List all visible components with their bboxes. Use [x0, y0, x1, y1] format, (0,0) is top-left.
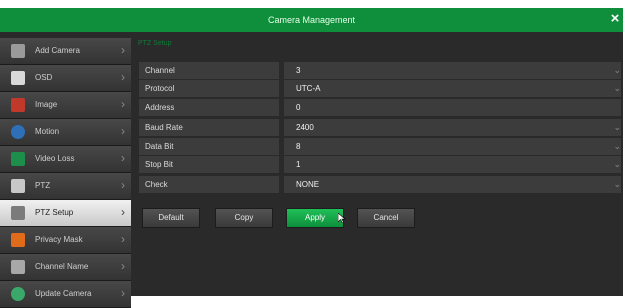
section-title: PTZ Setup [138, 40, 172, 47]
field-row-address: Address 0 [139, 99, 621, 116]
chevron-right-icon: › [121, 43, 125, 57]
sidebar-item-label: Privacy Mask [35, 235, 83, 244]
mouse-pointer-icon [338, 213, 346, 223]
chevron-right-icon: › [121, 259, 125, 273]
channel-select[interactable]: 3 ⌄ [284, 62, 621, 79]
chevron-right-icon: › [121, 286, 125, 300]
sidebar-item-image[interactable]: Image › [0, 92, 131, 119]
sidebar-item-label: Video Loss [35, 154, 75, 163]
field-row-check: Check NONE ⌄ [139, 176, 621, 193]
title-bar: Camera Management [0, 8, 623, 32]
address-field[interactable]: 0 [284, 99, 621, 116]
channel-name-icon [11, 260, 25, 274]
field-value: 8 [296, 142, 301, 151]
sidebar-item-video-loss[interactable]: Video Loss › [0, 146, 131, 173]
chevron-down-icon: ⌄ [613, 179, 621, 189]
default-button[interactable]: Default [142, 208, 200, 228]
privacy-mask-icon [11, 233, 25, 247]
add-camera-icon [11, 44, 25, 58]
osd-icon [11, 71, 25, 85]
close-icon[interactable]: × [607, 8, 623, 32]
sidebar-item-update-camera[interactable]: Update Camera › [0, 281, 131, 308]
field-label: Baud Rate [139, 119, 279, 136]
sidebar-item-label: OSD [35, 73, 53, 82]
data-bit-select[interactable]: 8 ⌄ [284, 138, 621, 155]
sidebar-item-label: Motion [35, 127, 60, 136]
chevron-right-icon: › [121, 70, 125, 84]
camera-management-window: Camera Management × Add Camera › OSD › I… [0, 8, 623, 308]
chevron-right-icon: › [121, 178, 125, 192]
sidebar-item-ptz-setup[interactable]: PTZ Setup › [0, 200, 131, 227]
ptz-setup-panel: PTZ Setup Channel 3 ⌄ Protocol UTC-A ⌄ A… [136, 38, 623, 296]
chevron-right-icon: › [121, 205, 125, 219]
sidebar-item-label: Update Camera [35, 289, 92, 298]
chevron-down-icon: ⌄ [613, 141, 621, 151]
field-value: UTC-A [296, 84, 321, 93]
field-value: 0 [296, 103, 301, 112]
apply-button[interactable]: Apply [286, 208, 344, 228]
field-label: Address [139, 99, 279, 116]
field-label: Channel [139, 62, 279, 79]
sidebar-item-motion[interactable]: Motion › [0, 119, 131, 146]
field-row-channel: Channel 3 ⌄ [139, 62, 621, 79]
window-title: Camera Management [267, 15, 356, 25]
sidebar-item-channel-name[interactable]: Channel Name › [0, 254, 131, 281]
chevron-right-icon: › [121, 151, 125, 165]
field-value: 2400 [296, 123, 314, 132]
field-row-baud-rate: Baud Rate 2400 ⌄ [139, 119, 621, 136]
chevron-right-icon: › [121, 232, 125, 246]
baud-rate-select[interactable]: 2400 ⌄ [284, 119, 621, 136]
sidebar-item-ptz[interactable]: PTZ › [0, 173, 131, 200]
sidebar-item-privacy-mask[interactable]: Privacy Mask › [0, 227, 131, 254]
video-loss-icon [11, 152, 25, 166]
field-row-protocol: Protocol UTC-A ⌄ [139, 80, 621, 97]
field-label: Stop Bit [139, 156, 279, 173]
ptz-camera-icon [11, 179, 25, 193]
field-label: Check [139, 176, 279, 193]
sidebar-item-label: Channel Name [35, 262, 89, 271]
motion-icon [11, 125, 25, 139]
check-select[interactable]: NONE ⌄ [284, 176, 621, 193]
copy-button[interactable]: Copy [215, 208, 273, 228]
field-label: Protocol [139, 80, 279, 97]
sidebar-item-osd[interactable]: OSD › [0, 65, 131, 92]
sidebar-item-add-camera[interactable]: Add Camera › [0, 38, 131, 65]
field-value: 1 [296, 160, 301, 169]
field-value: 3 [296, 66, 301, 75]
update-camera-icon [11, 287, 25, 301]
chevron-down-icon: ⌄ [613, 65, 621, 75]
sidebar-item-label: PTZ Setup [35, 208, 74, 217]
chevron-right-icon: › [121, 124, 125, 138]
sidebar: Add Camera › OSD › Image › Motion › Vide… [0, 38, 131, 308]
chevron-down-icon: ⌄ [613, 122, 621, 132]
sidebar-item-label: Add Camera [35, 46, 80, 55]
stop-bit-select[interactable]: 1 ⌄ [284, 156, 621, 173]
field-row-stop-bit: Stop Bit 1 ⌄ [139, 156, 621, 173]
image-icon [11, 98, 25, 112]
protocol-select[interactable]: UTC-A ⌄ [284, 80, 621, 97]
field-row-data-bit: Data Bit 8 ⌄ [139, 138, 621, 155]
sidebar-item-label: Image [35, 100, 58, 109]
field-value: NONE [296, 180, 320, 189]
chevron-right-icon: › [121, 97, 125, 111]
chevron-down-icon: ⌄ [613, 159, 621, 169]
field-label: Data Bit [139, 138, 279, 155]
chevron-down-icon: ⌄ [613, 83, 621, 93]
ptz-setup-icon [11, 206, 25, 220]
sidebar-item-label: PTZ [35, 181, 51, 190]
cancel-button[interactable]: Cancel [357, 208, 415, 228]
